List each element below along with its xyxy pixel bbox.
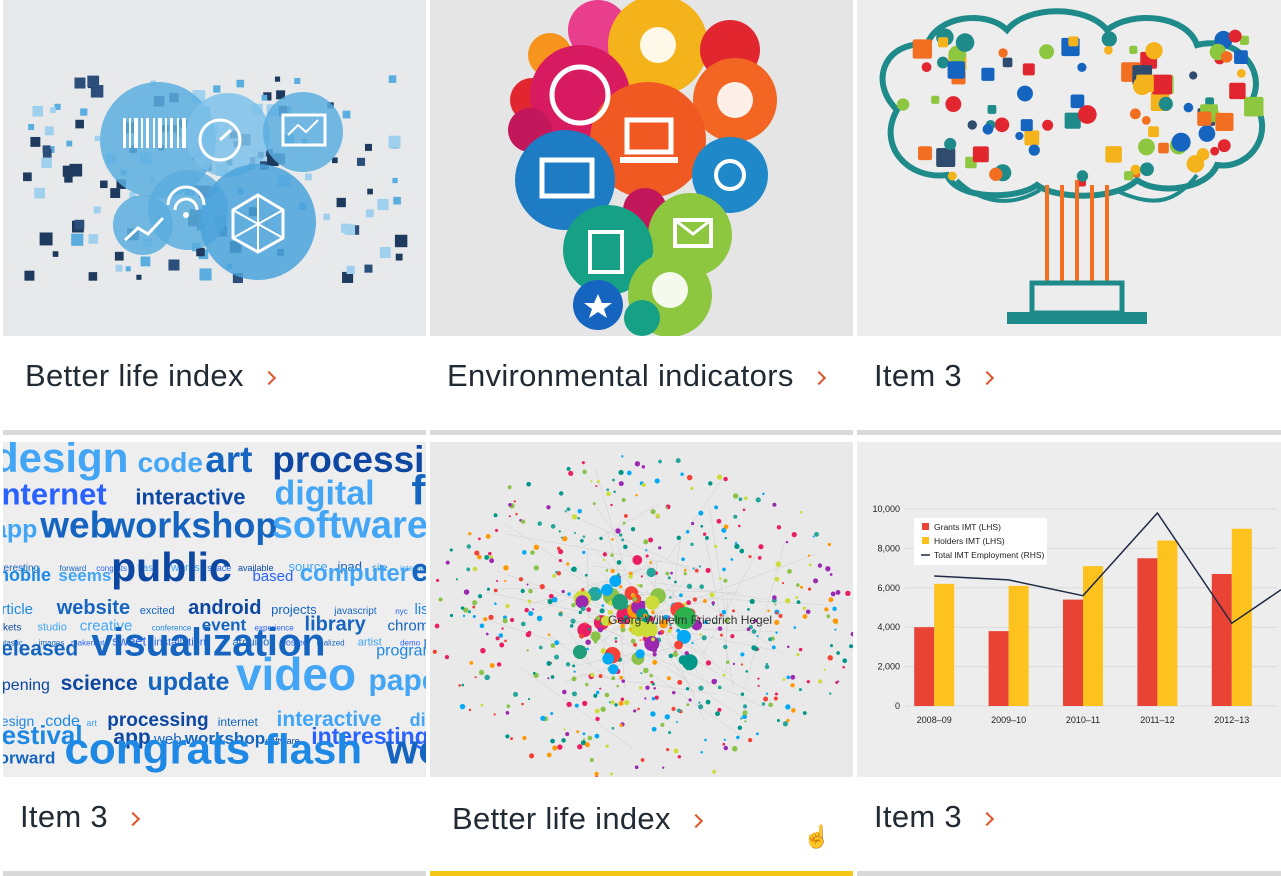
svg-text:tickets: tickets — [3, 622, 21, 633]
bar-grants — [988, 631, 1009, 706]
svg-text:congrats: congrats — [64, 725, 250, 774]
svg-text:code: code — [138, 447, 203, 478]
x-tick-label: 2008–09 — [917, 715, 952, 725]
card-title: Item 3 — [874, 799, 962, 834]
card-thumbnail — [430, 0, 853, 336]
svg-text:list: list — [415, 601, 427, 618]
y-tick-label: 2,000 — [877, 662, 900, 672]
svg-text:computer: computer — [300, 560, 409, 587]
network-node-label: Georg Wilhelm Friedrich Hegel — [608, 613, 772, 627]
bar-line-chart: 10,000 8,000 6,000 4,000 2,000 0 2008–09 2009–1… — [857, 442, 1281, 777]
svg-text:workshop: workshop — [106, 505, 277, 546]
svg-text:email: email — [411, 552, 426, 588]
x-tick-label: 2009–10 — [991, 715, 1026, 725]
technology-tree-illustration — [857, 0, 1281, 336]
card-caption: Item 3 — [857, 777, 1281, 857]
card-better-life-index[interactable]: Georg Wilhelm Friedrich Hegel Better lif… — [430, 442, 853, 876]
hand-cursor-icon: ☝ — [803, 824, 831, 849]
card-item-3[interactable]: 10,000 8,000 6,000 4,000 2,000 0 2008–09 2009–1… — [857, 442, 1281, 876]
card-title: Better life index — [25, 358, 244, 393]
chevron-right-icon — [125, 811, 141, 826]
x-tick-label: 2012–13 — [1214, 715, 1249, 725]
network-graph-illustration: Georg Wilhelm Friedrich Hegel — [430, 442, 853, 777]
bar-grants — [1211, 574, 1232, 706]
y-tick-label: 4,000 — [877, 622, 900, 632]
svg-text:video: video — [236, 648, 356, 700]
data-visualization-illustration — [3, 0, 426, 336]
legend-label: Holders IMT (LHS) — [934, 536, 1005, 546]
legend-swatch — [922, 523, 929, 530]
card-caption: Better life index — [3, 336, 448, 416]
svg-text:studio: studio — [38, 621, 67, 633]
svg-text:web: web — [39, 505, 112, 546]
card-caption: Item 3 — [3, 777, 443, 857]
svg-text:software: software — [272, 505, 426, 547]
card-title: Better life index — [452, 801, 671, 836]
y-tick-label: 10,000 — [872, 504, 900, 514]
svg-text:website: website — [56, 597, 130, 619]
svg-text:art: art — [205, 442, 252, 480]
chevron-right-icon — [979, 370, 995, 385]
legend-label: Grants IMT (LHS) — [934, 522, 1001, 532]
svg-text:article: article — [3, 601, 33, 618]
svg-text:excited: excited — [140, 605, 175, 617]
legend-label: Total IMT Employment (RHS) — [934, 550, 1045, 560]
y-tick-label: 6,000 — [877, 583, 900, 593]
card-item-3[interactable]: designcodeartprocessinginternetinteracti… — [3, 442, 426, 876]
svg-text:released: released — [3, 638, 78, 661]
chart-legend: Grants IMT (LHS) Holders IMT (LHS) Total I… — [914, 518, 1047, 565]
chevron-right-icon — [811, 370, 826, 385]
y-tick-label: 8,000 — [877, 543, 900, 553]
card-thumbnail: 10,000 8,000 6,000 4,000 2,000 0 2008–09 2009–1… — [857, 442, 1281, 777]
svg-text:public: public — [111, 544, 232, 590]
bar-grants — [914, 627, 935, 706]
legend-swatch — [922, 537, 929, 544]
svg-text:flash: flash — [264, 726, 362, 773]
svg-text:mobile: mobile — [3, 565, 51, 585]
word-cloud-illustration: designcodeartprocessinginternetinteracti… — [3, 442, 426, 777]
y-tick-label: 0 — [895, 701, 900, 711]
svg-text:science: science — [61, 672, 138, 695]
svg-text:seems: seems — [58, 566, 111, 585]
chevron-right-icon — [261, 370, 276, 385]
card-thumbnail — [857, 0, 1281, 336]
chevron-right-icon — [688, 813, 703, 828]
bar-holders — [1157, 540, 1178, 706]
svg-text:update: update — [147, 668, 229, 696]
svg-text:app: app — [3, 516, 37, 544]
bar-grants — [1137, 558, 1158, 706]
card-title: Item 3 — [20, 799, 108, 834]
svg-text:works: works — [385, 726, 426, 773]
bar-holders — [1083, 566, 1103, 706]
social-media-icons-illustration — [430, 0, 853, 336]
card-title: Environmental indicators — [447, 358, 794, 393]
card-thumbnail: designcodeartprocessinginternetinteracti… — [3, 442, 426, 777]
x-tick-label: 2010–11 — [1066, 715, 1100, 725]
card-thumbnail: Georg Wilhelm Friedrich Hegel — [430, 442, 853, 777]
card-item-3[interactable]: Item 3 — [857, 0, 1281, 435]
svg-text:programming: programming — [376, 643, 426, 660]
svg-text:based: based — [252, 568, 293, 585]
card-caption: Item 3 — [857, 336, 1281, 416]
card-caption: Environmental indicators — [430, 336, 870, 416]
card-thumbnail — [3, 0, 426, 336]
svg-text:forward: forward — [3, 749, 55, 768]
bar-holders — [934, 583, 955, 706]
svg-text:nyc: nyc — [395, 607, 407, 616]
card-title: Item 3 — [874, 358, 962, 393]
svg-text:design: design — [3, 442, 128, 481]
bar-holders — [1008, 585, 1029, 706]
svg-text:chrome: chrome — [388, 617, 426, 634]
bar-grants — [1063, 599, 1083, 706]
chevron-right-icon — [979, 811, 995, 826]
svg-text:papers: papers — [368, 664, 426, 697]
x-tick-label: 2011–12 — [1140, 715, 1174, 725]
card-environmental-indicators[interactable]: Environmental indicators — [430, 0, 853, 435]
svg-text:opening: opening — [3, 677, 50, 694]
card-better-life-index[interactable]: Better life index — [3, 0, 426, 435]
